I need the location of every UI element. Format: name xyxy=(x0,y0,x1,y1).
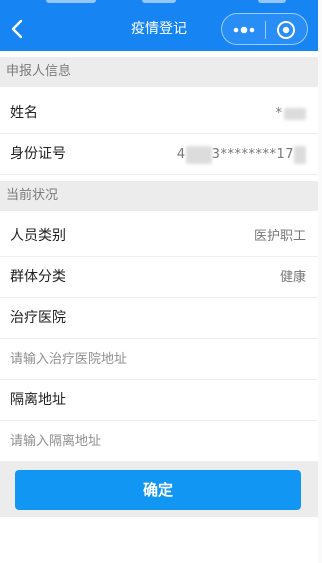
group-class-value[interactable]: 健康 xyxy=(280,257,306,298)
row-group-class[interactable]: 群体分类 健康 xyxy=(0,257,318,298)
id-number-value: 4 3********17 xyxy=(177,134,306,175)
name-value: * xyxy=(276,93,306,134)
page-title: 疫情登记 xyxy=(131,21,187,37)
row-name: 姓名 * xyxy=(0,93,318,134)
section-applicant-info: 申报人信息 xyxy=(0,57,318,87)
row-hospital-label: 治疗医院 xyxy=(0,298,318,339)
page-edge xyxy=(318,0,322,563)
redacted-id-part xyxy=(185,145,212,164)
mini-program-capsule xyxy=(221,13,308,45)
isolation-label: 隔离地址 xyxy=(10,392,66,408)
id-number-label: 身份证号 xyxy=(10,146,66,162)
close-button[interactable] xyxy=(274,19,298,41)
row-isolation-label: 隔离地址 xyxy=(0,380,318,421)
target-circle-icon xyxy=(277,21,295,39)
redacted-name xyxy=(284,107,306,120)
capsule-divider xyxy=(265,21,266,39)
confirm-button[interactable]: 确定 xyxy=(15,470,301,510)
name-label: 姓名 xyxy=(10,105,38,121)
back-button[interactable] xyxy=(6,16,28,42)
isolation-address-input[interactable]: 请输入隔离地址 xyxy=(0,421,318,462)
hospital-label: 治疗医院 xyxy=(10,310,66,326)
more-dots-icon xyxy=(233,26,255,34)
isolation-address-placeholder: 请输入隔离地址 xyxy=(10,434,102,449)
row-person-type[interactable]: 人员类别 医护职工 xyxy=(0,216,318,257)
person-type-value[interactable]: 医护职工 xyxy=(254,216,306,257)
chevron-left-icon xyxy=(11,19,23,39)
hospital-address-input[interactable]: 请输入治疗医院地址 xyxy=(0,339,318,380)
nav-header: 疫情登记 xyxy=(0,0,318,51)
status-bar xyxy=(0,0,318,6)
group-class-label: 群体分类 xyxy=(10,269,66,285)
more-button[interactable] xyxy=(230,21,260,39)
section-current-status: 当前状况 xyxy=(0,181,318,211)
redacted-id-tail xyxy=(294,145,306,164)
person-type-label: 人员类别 xyxy=(10,228,66,244)
hospital-address-placeholder: 请输入治疗医院地址 xyxy=(10,352,128,367)
row-id-number: 身份证号 4 3********17 xyxy=(0,134,318,175)
